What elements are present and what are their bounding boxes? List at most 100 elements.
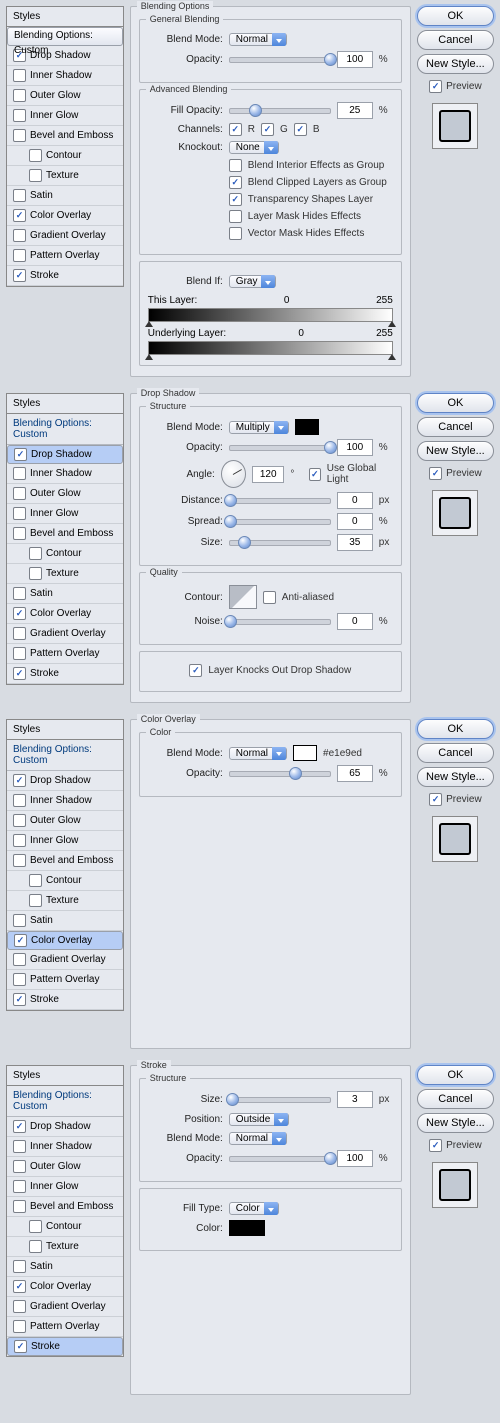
sidebar-blending-options[interactable]: Blending Options: Custom	[7, 27, 123, 46]
new-style-button[interactable]: New Style...	[417, 1113, 494, 1133]
sidebar-item-color-overlay[interactable]: Color Overlay	[7, 931, 123, 950]
checkbox-icon[interactable]	[14, 448, 27, 461]
slider[interactable]	[229, 445, 331, 451]
slider[interactable]	[229, 771, 331, 777]
preview-checkbox[interactable]	[429, 1139, 442, 1152]
slider[interactable]	[229, 519, 331, 525]
channel-checkbox-r[interactable]	[229, 123, 242, 136]
sidebar-item-texture[interactable]: Texture	[7, 166, 123, 186]
checkbox-icon[interactable]	[13, 229, 26, 242]
sidebar-item-stroke[interactable]: Stroke	[7, 1337, 123, 1356]
value-field[interactable]: 100	[337, 439, 373, 456]
slider[interactable]	[229, 108, 331, 114]
checkbox-icon[interactable]	[13, 1300, 26, 1313]
slider-knob[interactable]	[226, 1093, 239, 1106]
sidebar-item-inner-shadow[interactable]: Inner Shadow	[7, 66, 123, 86]
checkbox-icon[interactable]	[13, 249, 26, 262]
select-wrap[interactable]: Normal	[229, 32, 287, 47]
checkbox-icon[interactable]	[13, 993, 26, 1006]
slider[interactable]	[229, 498, 331, 504]
checkbox-icon[interactable]	[13, 667, 26, 680]
preview-checkbox[interactable]	[429, 80, 442, 93]
value-field[interactable]: 0	[337, 492, 373, 509]
sidebar-item-inner-shadow[interactable]: Inner Shadow	[7, 791, 123, 811]
channel-checkbox-g[interactable]	[261, 123, 274, 136]
select-wrap[interactable]: Normal	[229, 1131, 287, 1146]
sidebar-item-bevel-and-emboss[interactable]: Bevel and Emboss	[7, 126, 123, 146]
checkbox-icon[interactable]	[309, 468, 321, 481]
ok-button[interactable]: OK	[417, 6, 494, 26]
checkbox-icon[interactable]	[29, 149, 42, 162]
slider-knob[interactable]	[224, 494, 237, 507]
checkbox-icon[interactable]	[14, 1340, 27, 1353]
checkbox-icon[interactable]	[13, 209, 26, 222]
checkbox-icon[interactable]	[13, 1120, 26, 1133]
sidebar-item-stroke[interactable]: Stroke	[7, 990, 123, 1010]
checkbox-icon[interactable]	[13, 973, 26, 986]
angle-dial[interactable]	[221, 460, 246, 488]
sidebar-item-bevel-and-emboss[interactable]: Bevel and Emboss	[7, 524, 123, 544]
sidebar-item-outer-glow[interactable]: Outer Glow	[7, 811, 123, 831]
checkbox-icon[interactable]	[13, 487, 26, 500]
sidebar-item-gradient-overlay[interactable]: Gradient Overlay	[7, 1297, 123, 1317]
select-wrap[interactable]: None	[229, 140, 279, 155]
sidebar-item-satin[interactable]: Satin	[7, 186, 123, 206]
sidebar-item-drop-shadow[interactable]: Drop Shadow	[7, 1117, 123, 1137]
blendif-gradient[interactable]	[148, 308, 393, 322]
checkbox-icon[interactable]	[29, 1220, 42, 1233]
cancel-button[interactable]: Cancel	[417, 743, 494, 763]
sidebar-item-gradient-overlay[interactable]: Gradient Overlay	[7, 624, 123, 644]
sidebar-item-bevel-and-emboss[interactable]: Bevel and Emboss	[7, 1197, 123, 1217]
sidebar-item-drop-shadow[interactable]: Drop Shadow	[7, 445, 123, 464]
select-wrap[interactable]: Gray	[229, 274, 277, 289]
checkbox-icon[interactable]	[29, 567, 42, 580]
sidebar-item-outer-glow[interactable]: Outer Glow	[7, 86, 123, 106]
select-wrap[interactable]: Multiply	[229, 420, 289, 435]
checkbox-icon[interactable]	[29, 547, 42, 560]
sidebar-item-stroke[interactable]: Stroke	[7, 266, 123, 286]
checkbox-icon[interactable]	[13, 129, 26, 142]
cancel-button[interactable]: Cancel	[417, 417, 494, 437]
slider[interactable]	[229, 57, 331, 63]
checkbox-icon[interactable]	[13, 854, 26, 867]
color-swatch[interactable]	[293, 745, 317, 761]
sidebar-item-inner-shadow[interactable]: Inner Shadow	[7, 1137, 123, 1157]
select-wrap[interactable]: Normal	[229, 746, 287, 761]
checkbox-icon[interactable]	[13, 1280, 26, 1293]
slider[interactable]	[229, 540, 331, 546]
checkbox-icon[interactable]	[229, 159, 242, 172]
sidebar-item-color-overlay[interactable]: Color Overlay	[7, 1277, 123, 1297]
select-wrap[interactable]: Color	[229, 1201, 279, 1216]
checkbox-icon[interactable]	[13, 109, 26, 122]
sidebar-item-outer-glow[interactable]: Outer Glow	[7, 484, 123, 504]
value-field[interactable]: 25	[337, 102, 373, 119]
sidebar-item-inner-glow[interactable]: Inner Glow	[7, 831, 123, 851]
sidebar-item-satin[interactable]: Satin	[7, 584, 123, 604]
checkbox-icon[interactable]	[14, 934, 27, 947]
slider-knob[interactable]	[224, 515, 237, 528]
sidebar-item-drop-shadow[interactable]: Drop Shadow	[7, 771, 123, 791]
checkbox-icon[interactable]	[13, 794, 26, 807]
angle-field[interactable]: 120	[252, 466, 284, 483]
checkbox-icon[interactable]	[29, 874, 42, 887]
slider-knob[interactable]	[324, 53, 337, 66]
checkbox-icon[interactable]	[13, 1140, 26, 1153]
checkbox-icon[interactable]	[229, 176, 242, 189]
checkbox-icon[interactable]	[13, 1260, 26, 1273]
checkbox-icon[interactable]	[13, 774, 26, 787]
checkbox-icon[interactable]	[29, 169, 42, 182]
sidebar-item-satin[interactable]: Satin	[7, 1257, 123, 1277]
sidebar-item-outer-glow[interactable]: Outer Glow	[7, 1157, 123, 1177]
checkbox-icon[interactable]	[13, 1200, 26, 1213]
contour-picker[interactable]	[229, 585, 257, 609]
sidebar-item-pattern-overlay[interactable]: Pattern Overlay	[7, 970, 123, 990]
checkbox-icon[interactable]	[29, 1240, 42, 1253]
checkbox-icon[interactable]	[229, 193, 242, 206]
checkbox-icon[interactable]	[229, 227, 242, 240]
new-style-button[interactable]: New Style...	[417, 54, 494, 74]
value-field[interactable]: 100	[337, 51, 373, 68]
slider[interactable]	[229, 619, 331, 625]
checkbox-icon[interactable]	[13, 1160, 26, 1173]
ok-button[interactable]: OK	[417, 393, 494, 413]
new-style-button[interactable]: New Style...	[417, 441, 494, 461]
